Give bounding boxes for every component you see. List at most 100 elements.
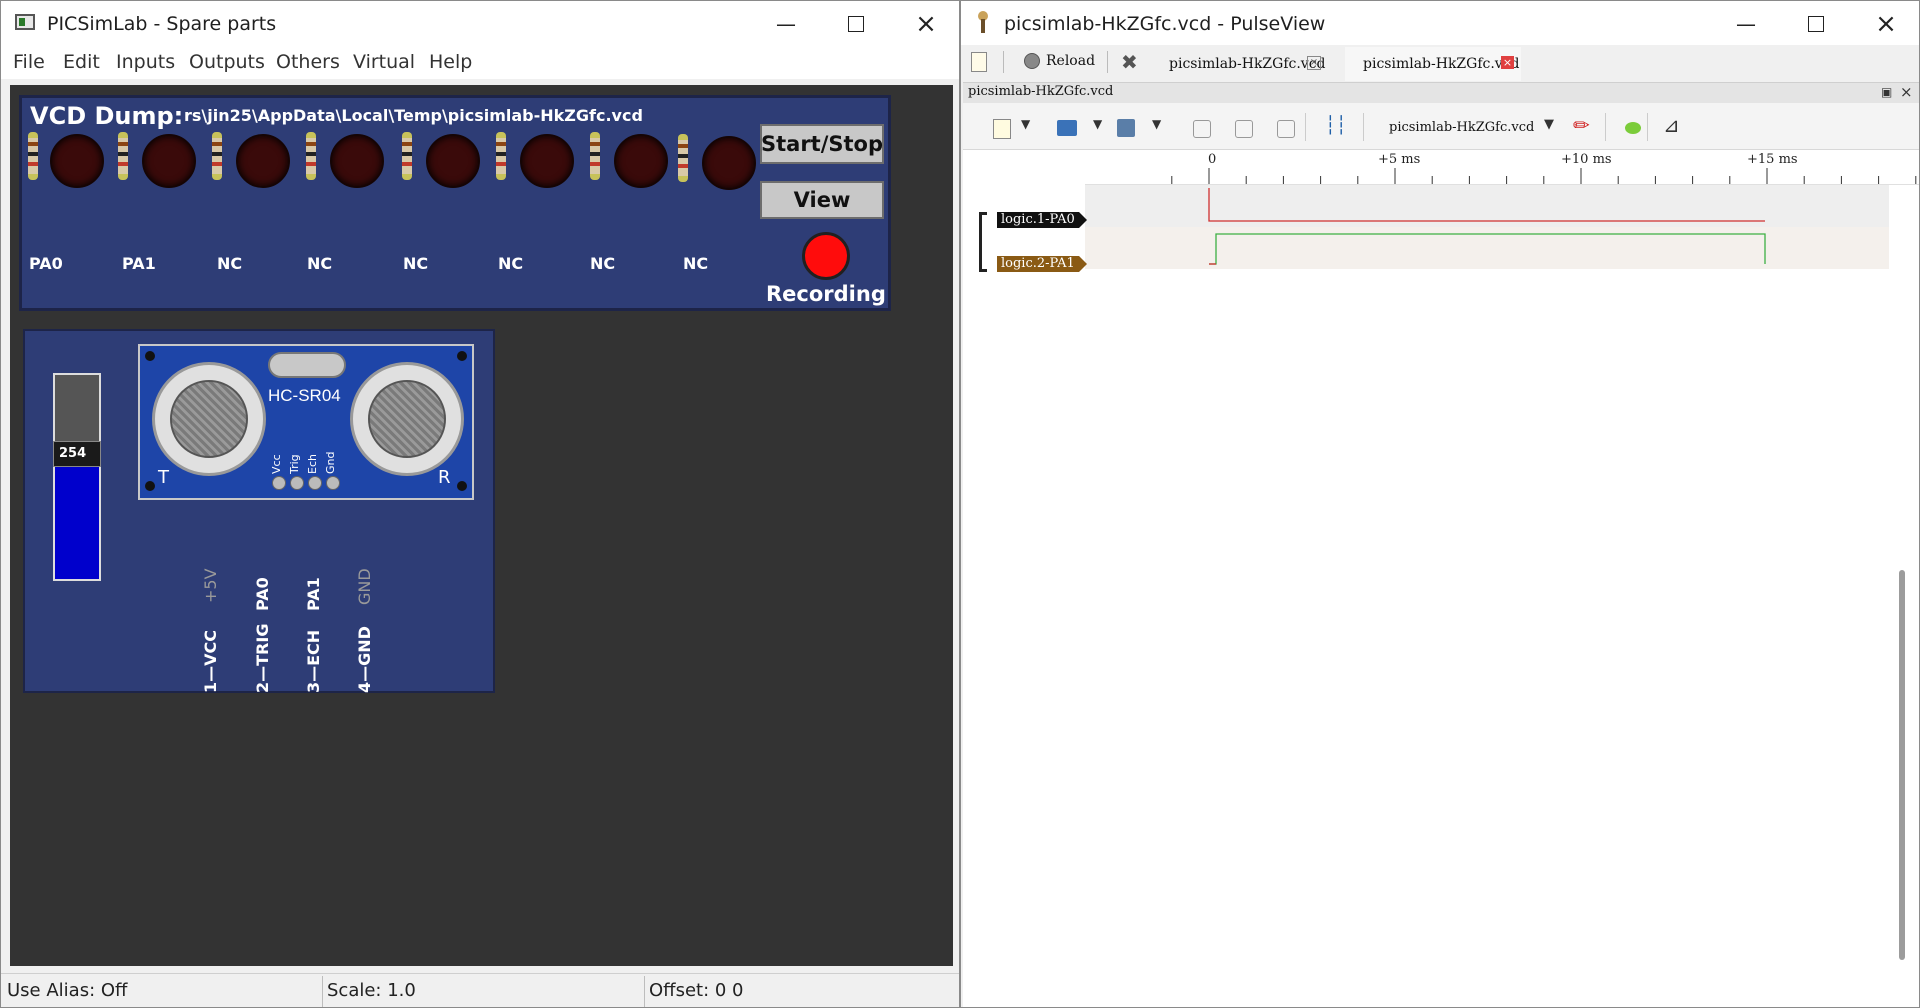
signal-label-pa1[interactable]: logic.2-PA1 <box>997 256 1079 272</box>
led-indicator <box>330 134 384 188</box>
conn-pin: 3—ECH <box>304 629 323 693</box>
picsimlab-title-bar: PICSimLab - Spare parts — × <box>1 1 959 45</box>
menu-help[interactable]: Help <box>429 51 472 73</box>
trace-view[interactable]: 0 +5 ms +10 ms +15 ms logic.1-PA0 logic.… <box>963 150 1919 1007</box>
reload-button[interactable]: Reload <box>1046 53 1095 85</box>
sensor-board[interactable]: 254 HC-SR04 T R Vcc Trig Ech Gnd 1—VCC +… <box>23 329 495 693</box>
dock-title: picsimlab-HkZGfc.vcd <box>968 84 1114 99</box>
distance-slider-track[interactable]: 254 <box>53 373 101 581</box>
pulseview-title-bar: picsimlab-HkZGfc.vcd - PulseView — × <box>961 1 1919 45</box>
menu-bar: File Edit Inputs Outputs Others Virtual … <box>1 45 959 79</box>
open-folder-icon[interactable] <box>1057 120 1077 136</box>
conn-pin: 4—GND <box>355 626 374 693</box>
receiver-icon <box>350 362 464 476</box>
status-alias: Use Alias: Off <box>1 976 323 1007</box>
vcd-dump-board[interactable]: VCD Dump: rs\jin25\AppData\Local\Temp\pi… <box>19 95 891 311</box>
new-session-icon[interactable] <box>971 52 987 72</box>
start-stop-button[interactable]: Start/Stop <box>760 124 884 164</box>
device-select[interactable]: picsimlab-HkZGfc.vcd <box>1389 120 1534 135</box>
probe-icon[interactable]: ✏ <box>1573 113 1590 137</box>
signal-label-pa0[interactable]: logic.1-PA0 <box>997 212 1079 228</box>
resistor <box>306 132 316 180</box>
dropdown-arrow-icon[interactable]: ▼ <box>1021 117 1030 131</box>
separator <box>1003 51 1004 73</box>
mount-hole <box>457 351 467 361</box>
recording-indicator[interactable] <box>802 232 850 280</box>
corner-label-r: R <box>438 467 451 488</box>
header-pin <box>308 476 322 490</box>
maximize-icon[interactable] <box>1787 8 1845 40</box>
header-pin <box>326 476 340 490</box>
led-indicator <box>236 134 290 188</box>
resistor <box>678 134 688 182</box>
zoom-out-icon[interactable] <box>1235 120 1253 138</box>
header-pin-label: Ech <box>306 454 319 474</box>
close-icon[interactable]: × <box>897 8 955 40</box>
separator <box>1605 113 1606 141</box>
conn-signal: PA0 <box>253 577 272 611</box>
status-offset: Offset: 0 0 <box>649 980 744 1001</box>
mount-hole <box>457 481 467 491</box>
header-pin-label: Trig <box>288 454 301 474</box>
close-icon[interactable]: × <box>1857 8 1915 40</box>
settings-icon[interactable]: ✖ <box>1121 50 1138 74</box>
vcd-path: rs\jin25\AppData\Local\Temp\picsimlab-Hk… <box>184 106 643 125</box>
reload-icon[interactable] <box>1024 53 1040 69</box>
resistor <box>590 132 600 180</box>
save-icon[interactable] <box>1117 119 1135 137</box>
dock-float-icon[interactable]: ▣ <box>1881 85 1892 99</box>
window-title: PICSimLab - Spare parts <box>47 13 277 35</box>
maximize-icon[interactable] <box>827 8 885 40</box>
dropdown-arrow-icon[interactable]: ▼ <box>1152 117 1161 131</box>
pulseview-window: picsimlab-HkZGfc.vcd - PulseView — × Rel… <box>960 0 1920 1008</box>
add-decoder-icon[interactable] <box>1625 122 1641 134</box>
corner-label-t: T <box>158 467 169 488</box>
minimize-icon[interactable]: — <box>757 8 815 40</box>
minimize-icon[interactable]: — <box>1717 8 1775 40</box>
vertical-scrollbar[interactable] <box>1899 570 1905 960</box>
mount-hole <box>145 351 155 361</box>
crystal-icon <box>268 352 346 378</box>
conn-signal: GND <box>355 568 374 605</box>
pin-label: NC <box>590 254 616 273</box>
tab-close-icon[interactable]: × <box>1307 56 1321 70</box>
conn-signal: PA1 <box>304 577 323 611</box>
vcd-title: VCD Dump: <box>30 102 184 130</box>
pin-label: NC <box>403 254 429 273</box>
menu-outputs[interactable]: Outputs <box>189 51 265 73</box>
menu-file[interactable]: File <box>13 51 45 73</box>
header-pin-label: Gnd <box>324 451 337 474</box>
transmitter-icon <box>152 362 266 476</box>
distance-slider-thumb[interactable]: 254 <box>53 441 101 467</box>
new-file-icon[interactable] <box>993 119 1011 139</box>
hc-sr04-module: HC-SR04 T R Vcc Trig Ech Gnd <box>138 344 474 500</box>
tab-close-icon[interactable]: × <box>1501 56 1514 69</box>
menu-others[interactable]: Others <box>276 51 340 73</box>
workspace: VCD Dump: rs\jin25\AppData\Local\Temp\pi… <box>10 85 953 966</box>
pin-label: PA1 <box>122 254 156 273</box>
math-signal-icon[interactable]: ⊿ <box>1663 113 1680 137</box>
menu-edit[interactable]: Edit <box>63 51 100 73</box>
pulseview-app-icon <box>974 11 990 33</box>
pin-label: NC <box>683 254 709 273</box>
conn-pin: 1—VCC <box>201 630 220 693</box>
device-dropdown-icon[interactable]: ▼ <box>1544 117 1554 132</box>
zoom-fit-icon[interactable] <box>1277 120 1295 138</box>
view-button[interactable]: View <box>760 181 884 219</box>
dropdown-arrow-icon[interactable]: ▼ <box>1093 117 1102 131</box>
dock-close-icon[interactable]: × <box>1900 83 1913 101</box>
led-indicator <box>614 134 668 188</box>
resistor <box>118 132 128 180</box>
zoom-in-icon[interactable] <box>1193 120 1211 138</box>
separator <box>1363 113 1364 141</box>
status-scale: Scale: 1.0 <box>321 976 645 1007</box>
separator <box>1107 51 1108 73</box>
header-panel <box>963 150 1085 1007</box>
menu-inputs[interactable]: Inputs <box>116 51 175 73</box>
menu-virtual[interactable]: Virtual <box>353 51 415 73</box>
waveform-pa1 <box>1209 233 1766 265</box>
window-title: picsimlab-HkZGfc.vcd - PulseView <box>1004 13 1326 35</box>
pin-label: NC <box>217 254 243 273</box>
app-icon <box>15 14 35 30</box>
cursor-icon[interactable]: ┆┆ <box>1325 115 1347 136</box>
